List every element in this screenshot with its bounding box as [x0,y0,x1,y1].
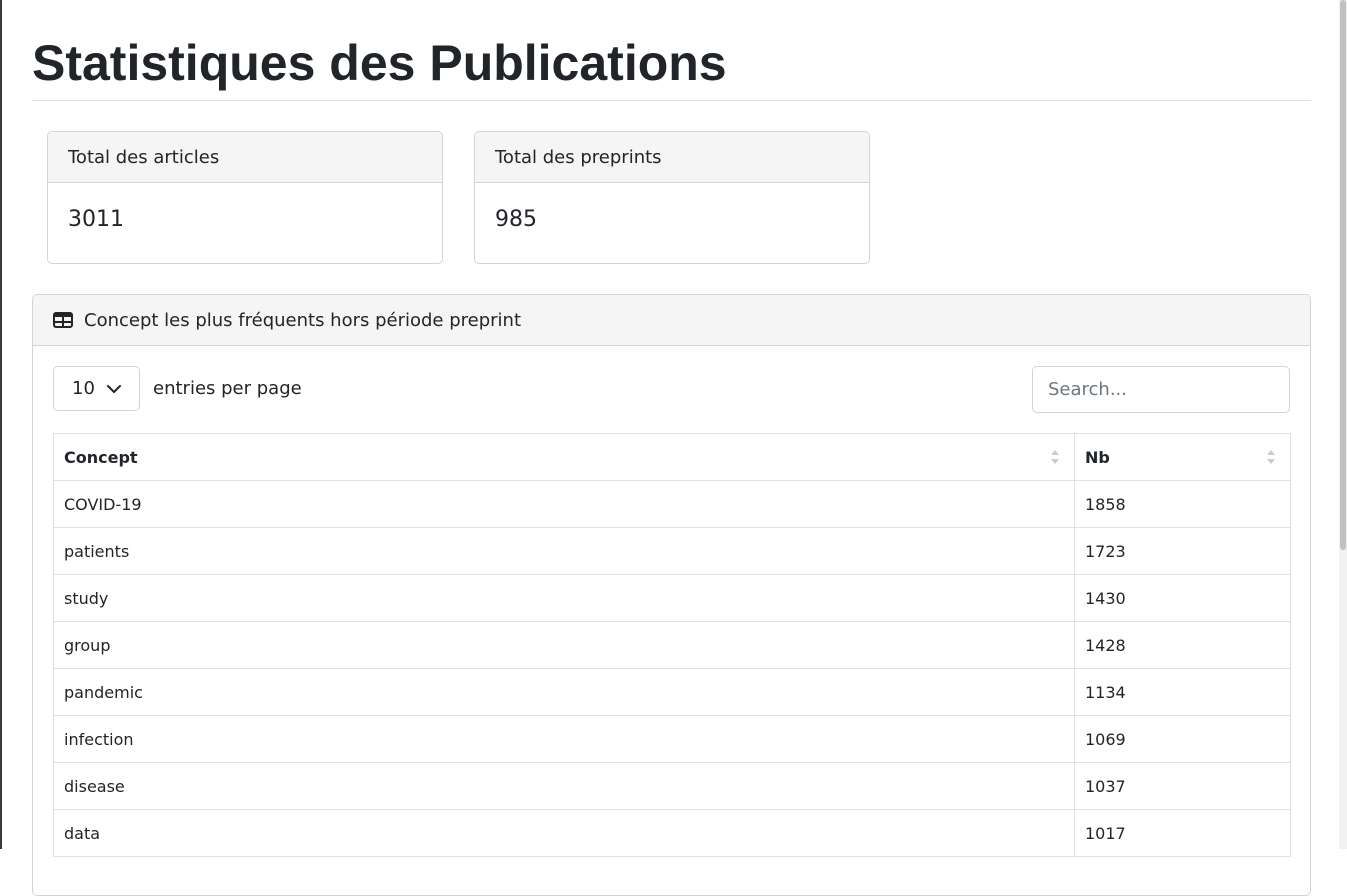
table-header-row: Concept Nb [53,433,1291,481]
cell-concept: COVID-19 [53,480,1075,528]
entries-per-page-label: entries per page [153,378,302,399]
cell-nb: 1430 [1074,574,1291,622]
table-row: infection 1069 [53,715,1291,763]
table-card-title: Concept les plus fréquents hors période … [84,309,522,331]
cell-concept: group [53,621,1075,669]
cell-concept: infection [53,715,1075,763]
table-card-header: Concept les plus fréquents hors période … [33,295,1310,346]
page-title: Statistiques des Publications [32,35,727,91]
search-input[interactable] [1032,366,1290,413]
page-scrollbar[interactable] [1339,0,1347,849]
table-row: pandemic 1134 [53,668,1291,716]
stat-card-value: 985 [495,207,537,232]
cell-concept: data [53,809,1075,857]
cell-concept: disease [53,762,1075,810]
concepts-table-card: Concept les plus fréquents hors période … [32,294,1311,896]
cell-concept: pandemic [53,668,1075,716]
sort-icon [1267,450,1275,464]
entries-per-page-value: 10 [72,378,95,399]
table-row: patients 1723 [53,527,1291,575]
stat-card-label: Total des preprints [475,132,869,183]
column-header-concept[interactable]: Concept [53,433,1075,481]
cell-concept: patients [53,527,1075,575]
title-divider [32,100,1311,101]
table-row: group 1428 [53,621,1291,669]
column-header-nb[interactable]: Nb [1074,433,1291,481]
stat-card-articles: Total des articles 3011 [47,131,443,264]
cell-nb: 1134 [1074,668,1291,716]
table-icon [53,312,73,328]
table-row: COVID-19 1858 [53,480,1291,528]
cell-nb: 1017 [1074,809,1291,857]
stat-card-preprints: Total des preprints 985 [474,131,870,264]
table-row: disease 1037 [53,762,1291,810]
column-header-label: Nb [1085,447,1110,467]
table-row: data 1017 [53,809,1291,857]
scrollbar-thumb[interactable] [1340,0,1346,550]
window-left-edge [0,0,2,849]
stat-card-value: 3011 [68,207,124,232]
cell-nb: 1858 [1074,480,1291,528]
cell-concept: study [53,574,1075,622]
entries-per-page-select[interactable]: 10 [53,366,140,411]
cell-nb: 1069 [1074,715,1291,763]
column-header-label: Concept [64,447,138,467]
sort-icon [1051,450,1059,464]
chevron-down-icon [106,384,121,393]
cell-nb: 1037 [1074,762,1291,810]
cell-nb: 1723 [1074,527,1291,575]
cell-nb: 1428 [1074,621,1291,669]
concepts-table: Concept Nb COVID-19 1858 patients 1723 s… [53,433,1291,857]
stat-card-label: Total des articles [48,132,442,183]
table-row: study 1430 [53,574,1291,622]
